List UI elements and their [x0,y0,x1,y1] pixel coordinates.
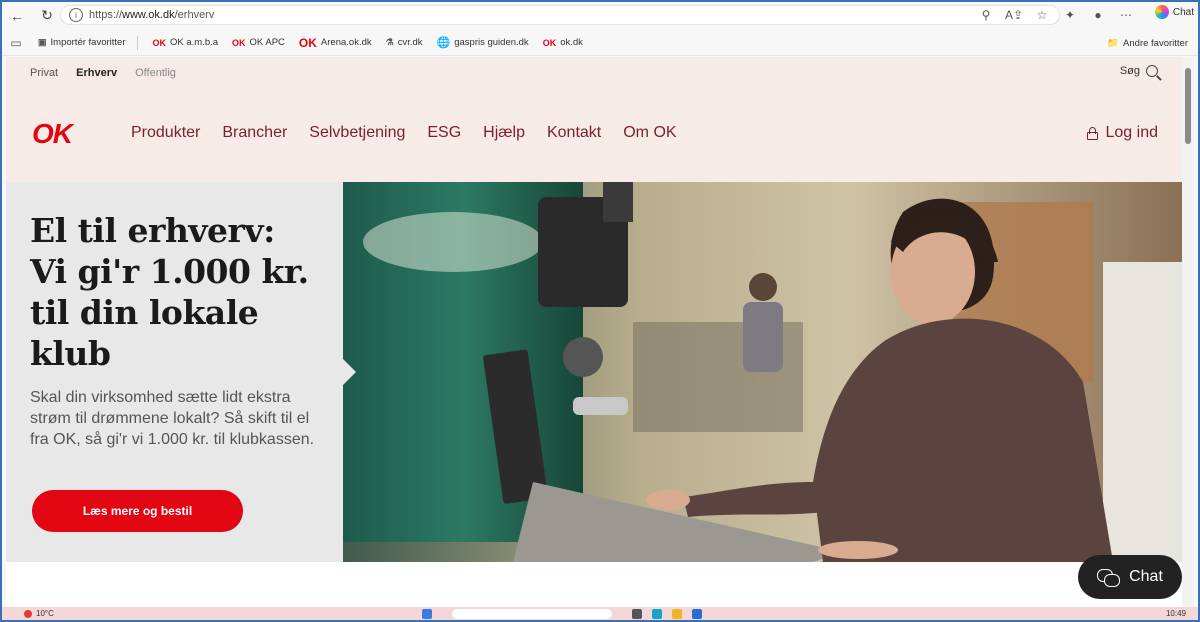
other-favorites[interactable]: 📁 Andre favoritter [1107,30,1188,56]
favorite-label: OK APC [249,37,285,48]
extensions-icon[interactable]: ✦ [1060,5,1080,25]
ok-logo[interactable]: OK [32,118,73,150]
chat-bubble-icon [1097,569,1121,587]
nav-brancher[interactable]: Brancher [222,124,287,142]
nav-hjaelp[interactable]: Hjælp [483,124,525,142]
page-lower-area [6,562,1184,607]
favorite-ok-amba[interactable]: OK OK a.m.b.a [152,37,218,48]
weather-widget[interactable]: 10°C [24,609,54,618]
favorite-label: Arena.ok.dk [320,37,372,48]
segment-offentlig[interactable]: Offentlig [135,67,176,79]
other-favorites-label: Andre favoritter [1123,37,1188,49]
favorite-arena[interactable]: OK Arena.ok.dk [299,36,372,50]
taskbar-apps [422,609,702,619]
favorite-star-icon[interactable]: ☆ [1032,5,1052,25]
favorite-cvr[interactable]: ⚗ cvr.dk [386,37,423,48]
hero-title-line: El til erhverv: [30,211,275,250]
folder-icon: 📁 [1107,37,1120,49]
hero-title-line: Vi gi'r 1.000 kr. [30,252,309,291]
hero-pointer [343,359,356,385]
search-label: Søg [1119,65,1140,77]
hero-photo-illustration [343,182,1184,562]
more-icon[interactable]: ⋯ [1116,5,1136,25]
segment-switcher: Privat Erhverv Offentlig [30,67,176,79]
globe-icon: 🌐 [436,37,451,49]
favorite-import[interactable]: ▣ Importér favoritter [38,37,125,48]
favorite-label: cvr.dk [397,37,423,48]
refresh-icon[interactable]: ↻ [36,5,58,27]
hero-title-line: til din lokale [30,293,259,332]
main-navigation: Produkter Brancher Selvbetjening ESG Hjæ… [131,124,677,142]
nav-om-ok[interactable]: Om OK [623,124,676,142]
favorite-label: gaspris guiden.dk [454,37,529,48]
copilot-chat-label: Chat [1172,6,1194,18]
url-prefix: https:// [89,9,123,21]
scrollbar-thumb[interactable] [1185,68,1191,144]
weather-icon [24,609,32,618]
ok-icon: OK [542,37,557,48]
read-aloud-icon[interactable]: A⇪ [1004,5,1024,25]
favorites-bar: ▭ ▣ Importér favoritter OK OK a.m.b.a OK… [2,30,1198,56]
url-path: /erhverv [174,9,215,21]
task-view-icon[interactable] [632,609,642,619]
nav-kontakt[interactable]: Kontakt [547,124,601,142]
nav-selvbetjening[interactable]: Selvbetjening [309,124,405,142]
nav-produkter[interactable]: Produkter [131,124,200,142]
address-bar-row: ← ↻ i https:// www.ok.dk /erhverv ⚲ A⇪ ☆… [2,2,1198,29]
ok-icon: OK [298,35,317,50]
search-icon [1146,65,1158,77]
hero-image [343,182,1184,562]
favorite-gaspris[interactable]: 🌐 gaspris guiden.dk [437,36,529,49]
padlock-icon [1086,126,1098,140]
favorite-label: Importér favoritter [50,37,126,48]
windows-taskbar: 10°C 10:49 [2,607,1198,620]
login-button[interactable]: Log ind [1086,124,1159,142]
outlook-icon[interactable] [692,609,702,619]
start-icon[interactable] [422,609,432,619]
weather-temp: 10°C [36,609,54,618]
favorite-label: ok.dk [560,37,583,48]
url-bar[interactable]: i https:// www.ok.dk /erhverv [60,5,1060,25]
site-search-button[interactable]: Søg [1120,65,1158,77]
file-explorer-icon[interactable] [672,609,682,619]
favorite-ok-apc[interactable]: OK OK APC [232,37,285,48]
favorite-label: OK a.m.b.a [169,37,219,48]
segment-privat[interactable]: Privat [30,67,58,79]
read-more-order-button[interactable]: Læs mere og bestil [32,490,243,532]
site-info-icon[interactable]: i [69,8,83,22]
url-host: www.ok.dk [122,9,175,21]
chat-widget-button[interactable]: Chat [1078,555,1182,599]
url-actions: ⚲ A⇪ ☆ ✦ ● ⋯ [976,5,1136,25]
browser-window: ← ↻ i https:// www.ok.dk /erhverv ⚲ A⇪ ☆… [0,0,1200,622]
site-header: Privat Erhverv Offentlig Søg OK Produkte… [6,57,1184,182]
hero-title-line: klub [30,334,111,373]
clock[interactable]: 10:49 [1166,609,1186,618]
import-icon: ▣ [38,37,47,47]
copilot-chat-button[interactable]: Chat [1154,5,1194,19]
favorites-divider [137,35,139,50]
segment-erhverv[interactable]: Erhverv [76,67,117,79]
hero-title: El til erhverv: Vi gi'r 1.000 kr. til di… [30,210,330,374]
taskbar-search[interactable] [452,609,612,619]
ok-icon: OK [152,37,166,48]
copilot-icon [1154,5,1169,19]
login-label: Log ind [1105,124,1159,141]
tab-actions-icon[interactable]: ▭ [6,33,26,53]
favorite-ok-dk[interactable]: OK ok.dk [543,37,583,48]
hero-description: Skal din virksomhed sætte lidt ekstra st… [30,389,315,448]
chat-widget-label: Chat [1129,568,1163,585]
edge-icon[interactable] [652,609,662,619]
profile-icon[interactable]: ● [1088,5,1108,25]
zoom-icon[interactable]: ⚲ [976,5,996,25]
nav-esg[interactable]: ESG [427,124,461,142]
web-page: Privat Erhverv Offentlig Søg OK Produkte… [6,57,1184,607]
cvr-icon: ⚗ [385,37,394,47]
back-icon[interactable]: ← [6,5,28,27]
ok-icon: OK [232,37,246,48]
